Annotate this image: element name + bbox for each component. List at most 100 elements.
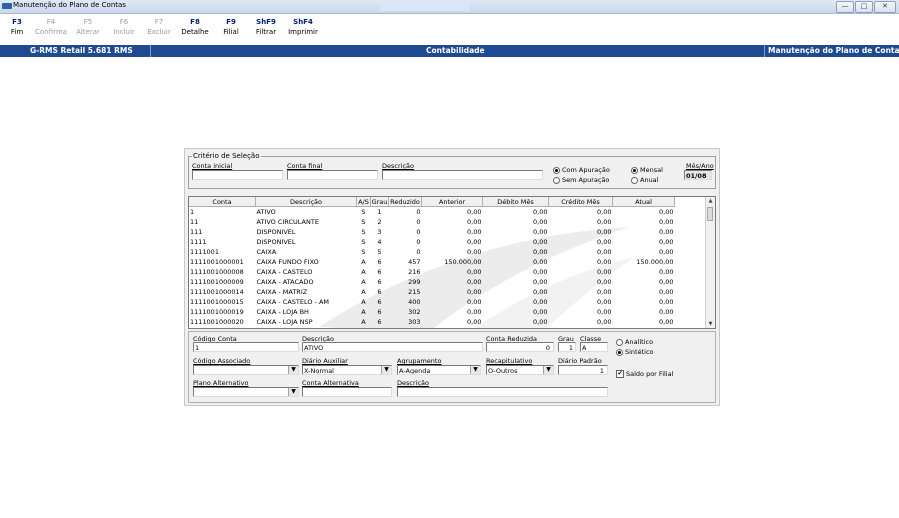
table-cell: 0,00 xyxy=(467,278,482,286)
table-cell: CAIXA - CASTELO - AM xyxy=(256,298,330,306)
table-row[interactable]: 1 ATIVO S 1 0 0,00 0,00 0,00 0,00 xyxy=(189,207,675,218)
scroll-up-icon[interactable]: ▲ xyxy=(706,197,715,205)
table-cell: A xyxy=(361,278,366,286)
table-cell: 0,00 xyxy=(533,218,548,226)
diario-padrao-field[interactable]: 1 xyxy=(558,365,608,375)
dropdown-arrow-icon[interactable]: ▼ xyxy=(381,366,391,374)
maximize-button[interactable]: □ xyxy=(855,1,873,13)
fkey-filtrar[interactable]: ShF9 Filtrar xyxy=(251,18,281,36)
scroll-down-icon[interactable]: ▼ xyxy=(706,320,715,328)
mes-ano-field[interactable]: 01/08 xyxy=(684,170,712,180)
table-cell: 0,00 xyxy=(533,238,548,246)
table-row[interactable]: 1111001000009 CAIXA - ATACADO A 6 299 0,00 0,0… xyxy=(189,277,675,287)
plano-alternativo-combo[interactable]: ▼ xyxy=(193,387,299,397)
diario-auxiliar-combo[interactable]: X-Normal ▼ xyxy=(302,365,392,375)
table-row[interactable]: 1111 DISPONIVEL S 4 0 0,00 0,00 0,00 0,00 xyxy=(189,237,675,247)
table-row[interactable]: 11 ATIVO CIRCULANTE S 2 0 0,00 0,00 0,00 0,00 xyxy=(189,217,675,227)
descricao-alternativa-field[interactable] xyxy=(397,387,608,397)
fkey-confirma[interactable]: F4 Confirma xyxy=(35,18,67,36)
table-cell: 0,00 xyxy=(597,228,612,236)
recapitulativo-combo[interactable]: O-Outros ▼ xyxy=(486,365,554,375)
descricao-filter-input[interactable] xyxy=(382,170,543,180)
fkey-fim[interactable]: F3 Fim xyxy=(6,18,28,36)
sintetico-radio[interactable]: Sintético xyxy=(616,348,654,356)
dropdown-arrow-icon[interactable]: ▼ xyxy=(288,388,298,396)
col-header-debito[interactable]: Débito Mês xyxy=(482,197,549,207)
fkey-alterar[interactable]: F5 Alterar xyxy=(74,18,102,36)
col-header-descricao[interactable]: Descrição xyxy=(255,197,357,207)
table-cell: 0,00 xyxy=(659,308,674,316)
table-cell: 0,00 xyxy=(597,268,612,276)
col-header-conta[interactable]: Conta xyxy=(189,197,256,207)
table-cell: CAIXA - LOJA NSP xyxy=(256,318,313,326)
conta-final-label: Conta final xyxy=(287,162,323,170)
conta-alternativa-field[interactable] xyxy=(302,387,392,397)
dropdown-arrow-icon[interactable]: ▼ xyxy=(470,366,480,374)
col-header-anterior[interactable]: Anterior xyxy=(421,197,483,207)
table-row[interactable]: 1111001000001 CAIXA FUNDO FIXO A 6 457 150.00… xyxy=(189,257,675,267)
table-row[interactable]: 1111001000014 CAIXA - MATRIZ A 6 215 0,00 0,00… xyxy=(189,287,675,297)
classe-field[interactable]: A xyxy=(580,342,608,352)
table-cell: 1111001000001 xyxy=(190,258,244,266)
sem-apuracao-radio[interactable]: Sem Apuração xyxy=(553,176,609,184)
table-cell: 0,00 xyxy=(467,218,482,226)
grau-field[interactable]: 1 xyxy=(558,342,576,352)
table-cell: 0,00 xyxy=(467,208,482,216)
radio-dot-icon xyxy=(631,176,638,184)
grid-scrollbar[interactable]: ▲ ▼ xyxy=(705,197,715,328)
fkey-incluir[interactable]: F6 Incluir xyxy=(110,18,138,36)
col-header-credito[interactable]: Crédito Mês xyxy=(548,197,613,207)
agrupamento-combo[interactable]: A-Agenda ▼ xyxy=(397,365,481,375)
table-cell: 0,00 xyxy=(659,268,674,276)
col-header-grau[interactable]: Grau xyxy=(370,197,389,207)
table-cell: 0,00 xyxy=(533,278,548,286)
table-cell: 0,00 xyxy=(533,268,548,276)
col-header-reduzido[interactable]: Reduzido xyxy=(388,197,422,207)
table-cell: 0,00 xyxy=(597,278,612,286)
accounts-grid[interactable]: Conta Descrição A/S Grau Reduzido Anteri… xyxy=(188,196,716,329)
table-row[interactable]: 1111001000008 CAIXA - CASTELO A 6 216 0,00 0,0… xyxy=(189,267,675,277)
selection-criteria-group: Critério de Seleção Conta inicial Conta … xyxy=(188,152,716,189)
dropdown-arrow-icon[interactable]: ▼ xyxy=(288,366,298,374)
table-cell: 0,00 xyxy=(597,288,612,296)
conta-reduzida-field[interactable]: 0 xyxy=(486,342,554,352)
col-header-as[interactable]: A/S xyxy=(356,197,371,207)
table-cell: 0,00 xyxy=(533,318,548,326)
table-row[interactable]: 111 DISPONIVEL S 3 0 0,00 0,00 0,00 0,00 xyxy=(189,227,675,237)
codigo-associado-combo[interactable]: ▼ xyxy=(193,365,299,375)
com-apuracao-radio[interactable]: Com Apuração xyxy=(553,166,610,174)
scroll-thumb[interactable] xyxy=(707,207,713,221)
table-cell: S xyxy=(361,228,366,236)
table-cell: 6 xyxy=(377,318,382,326)
fkey-imprimir[interactable]: ShF4 Imprimir xyxy=(286,18,320,36)
conta-inicial-input[interactable] xyxy=(192,170,283,180)
fkey-filial[interactable]: F9 Filial xyxy=(217,18,245,36)
codigo-conta-field[interactable]: 1 xyxy=(193,342,299,352)
table-cell: 0,00 xyxy=(467,318,482,326)
anual-radio[interactable]: Anual xyxy=(631,176,658,184)
radio-dot-icon xyxy=(553,176,560,184)
close-button[interactable]: ✕ xyxy=(874,1,896,13)
table-row[interactable]: 1111001000019 CAIXA - LOJA BH A 6 302 0,00 0,0… xyxy=(189,307,675,317)
table-cell: 1111001000008 xyxy=(190,268,244,276)
fkey-detalhe[interactable]: F8 Detalhe xyxy=(180,18,210,36)
fkey-excluir[interactable]: F7 Excluir xyxy=(145,18,173,36)
minimize-button[interactable]: — xyxy=(836,1,854,13)
table-row[interactable]: 1111001000015 CAIXA - CASTELO - AM A 6 400 0,… xyxy=(189,297,675,307)
app-icon xyxy=(2,3,12,9)
detail-descricao-field[interactable]: ATIVO xyxy=(302,342,483,352)
conta-final-input[interactable] xyxy=(287,170,378,180)
saldo-por-filial-checkbox[interactable]: ✔ Saldo por Filial xyxy=(616,370,673,378)
table-cell: 0,00 xyxy=(467,308,482,316)
mensal-radio[interactable]: Mensal xyxy=(631,166,663,174)
table-cell: 0,00 xyxy=(533,228,548,236)
table-row[interactable]: 1111001 CAIXA S 5 0 0,00 0,00 0,00 0,00 xyxy=(189,247,675,257)
dropdown-arrow-icon[interactable]: ▼ xyxy=(543,366,553,374)
table-cell: 0,00 xyxy=(659,238,674,246)
table-cell: S xyxy=(361,218,366,226)
analitico-radio[interactable]: Analítico xyxy=(616,338,653,346)
table-cell: 299 xyxy=(408,278,421,286)
table-row[interactable]: 1111001000020 CAIXA - LOJA NSP A 6 303 0,00 0,… xyxy=(189,317,675,327)
table-cell: 1111001 xyxy=(190,248,219,256)
col-header-atual[interactable]: Atual xyxy=(612,197,675,207)
